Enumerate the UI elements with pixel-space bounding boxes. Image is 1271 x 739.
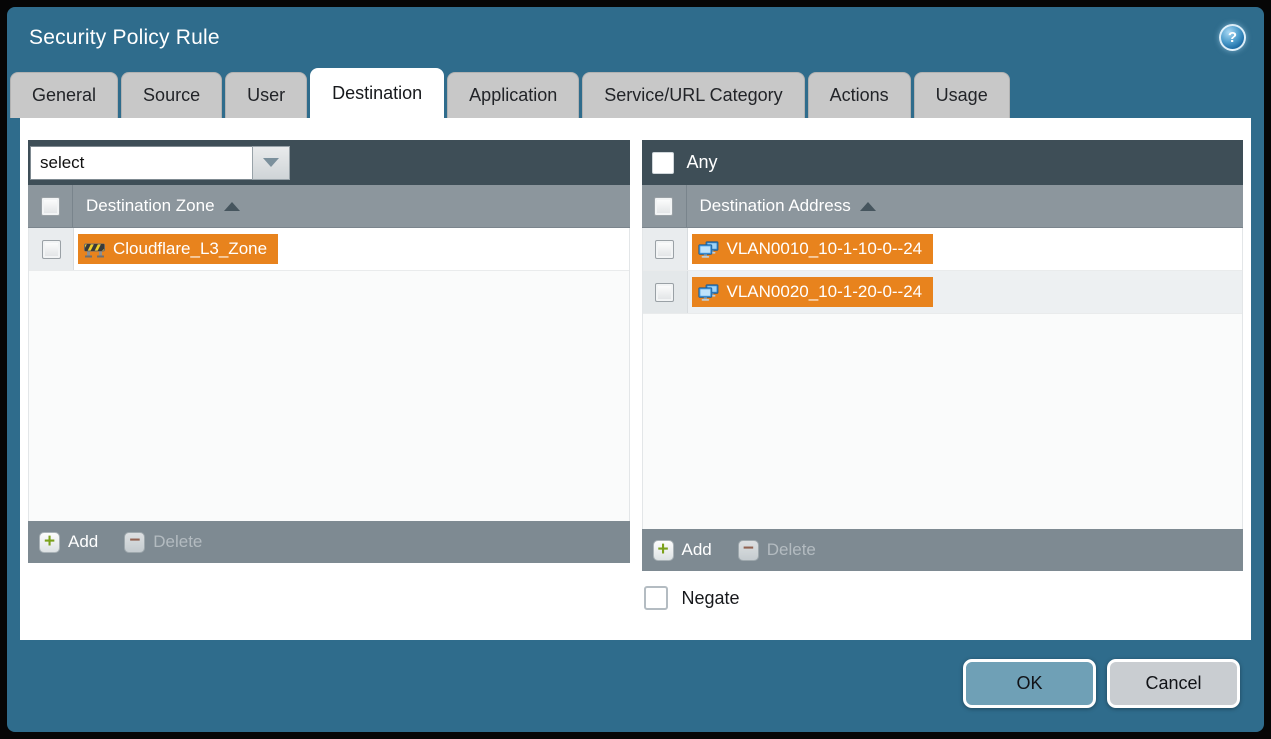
tab-general[interactable]: General: [10, 72, 118, 118]
zone-panel-footer: + Add − Delete: [28, 521, 630, 563]
zone-add-label: Add: [68, 532, 98, 552]
delete-icon: −: [124, 532, 145, 553]
destination-panels: Destination Zone: [28, 140, 1243, 571]
tab-actions-label: Actions: [830, 85, 889, 106]
address-panel-toolbar: Any: [642, 140, 1244, 185]
sort-ascending-icon: [224, 202, 240, 211]
tab-usage[interactable]: Usage: [914, 72, 1010, 118]
negate-checkbox[interactable]: [644, 586, 668, 610]
zone-row-checkbox[interactable]: [42, 240, 61, 259]
tab-source[interactable]: Source: [121, 72, 222, 118]
tab-source-label: Source: [143, 85, 200, 106]
destination-address-panel: Any Destination Address: [642, 140, 1244, 571]
help-icon[interactable]: ?: [1219, 24, 1246, 51]
any-checkbox[interactable]: [652, 152, 674, 174]
tab-content-destination: Destination Zone: [20, 118, 1251, 640]
address-column-header: Destination Address: [642, 185, 1244, 228]
address-item-label: VLAN0010_10-1-10-0--24: [727, 239, 923, 259]
tab-destination[interactable]: Destination: [310, 68, 444, 118]
address-item-chip[interactable]: VLAN0010_10-1-10-0--24: [692, 234, 934, 264]
address-add-label: Add: [682, 540, 712, 560]
sort-ascending-icon: [860, 202, 876, 211]
address-column-title[interactable]: Destination Address: [700, 196, 851, 216]
address-row-checkbox-cell: [643, 228, 688, 270]
address-row[interactable]: VLAN0020_10-1-20-0--24: [643, 271, 1243, 314]
dialog-tabs: General Source User Destination Applicat…: [7, 68, 1264, 118]
zone-panel-toolbar: [28, 140, 630, 185]
zone-header-checkbox-cell: [28, 185, 73, 227]
chevron-down-icon: [263, 158, 279, 167]
dialog-titlebar: Security Policy Rule ?: [7, 7, 1264, 68]
address-add-button[interactable]: + Add: [653, 540, 712, 561]
cancel-button[interactable]: Cancel: [1107, 659, 1240, 708]
zone-list: Cloudflare_L3_Zone: [28, 228, 630, 521]
address-delete-button[interactable]: − Delete: [738, 540, 816, 561]
tab-actions[interactable]: Actions: [808, 72, 911, 118]
negate-row: Negate: [28, 586, 1243, 610]
add-icon: +: [39, 532, 60, 553]
dialog-footer: OK Cancel: [7, 640, 1264, 732]
tab-general-label: General: [32, 85, 96, 106]
any-label: Any: [687, 152, 718, 173]
delete-icon: −: [738, 540, 759, 561]
address-select-all-checkbox[interactable]: [654, 197, 673, 216]
cancel-button-label: Cancel: [1145, 673, 1201, 694]
tab-usage-label: Usage: [936, 85, 988, 106]
screen-frame: Security Policy Rule ? General Source Us…: [0, 0, 1271, 739]
tab-service-url-category[interactable]: Service/URL Category: [582, 72, 804, 118]
zone-item-label: Cloudflare_L3_Zone: [113, 239, 267, 259]
tab-destination-label: Destination: [332, 83, 422, 104]
zone-item-chip[interactable]: Cloudflare_L3_Zone: [78, 234, 278, 264]
zone-add-button[interactable]: + Add: [39, 532, 98, 553]
tab-application-label: Application: [469, 85, 557, 106]
address-item-chip[interactable]: VLAN0020_10-1-20-0--24: [692, 277, 934, 307]
zone-delete-button[interactable]: − Delete: [124, 532, 202, 553]
negate-label: Negate: [682, 588, 740, 609]
ok-button-label: OK: [1016, 673, 1042, 694]
add-icon: +: [653, 540, 674, 561]
zone-select-combobox: [30, 146, 290, 180]
address-icon: [698, 284, 719, 301]
zone-select-input[interactable]: [30, 146, 252, 180]
ok-button[interactable]: OK: [963, 659, 1096, 708]
zone-delete-label: Delete: [153, 532, 202, 552]
zone-row[interactable]: Cloudflare_L3_Zone: [29, 228, 629, 271]
address-panel-footer: + Add − Delete: [642, 529, 1244, 571]
zone-column-title[interactable]: Destination Zone: [86, 196, 215, 216]
zone-column-header: Destination Zone: [28, 185, 630, 228]
dialog-title: Security Policy Rule: [29, 26, 220, 50]
destination-zone-panel: Destination Zone: [28, 140, 630, 571]
address-header-checkbox-cell: [642, 185, 687, 227]
address-item-label: VLAN0020_10-1-20-0--24: [727, 282, 923, 302]
tab-user[interactable]: User: [225, 72, 307, 118]
zone-row-checkbox-cell: [29, 228, 74, 270]
tab-service-url-category-label: Service/URL Category: [604, 85, 782, 106]
address-row-checkbox[interactable]: [655, 240, 674, 259]
address-list: VLAN0010_10-1-10-0--24: [642, 228, 1244, 529]
security-policy-rule-dialog: Security Policy Rule ? General Source Us…: [7, 7, 1264, 732]
address-row-checkbox-cell: [643, 271, 688, 313]
address-icon: [698, 241, 719, 258]
zone-icon: [84, 241, 105, 258]
zone-select-all-checkbox[interactable]: [41, 197, 60, 216]
address-row[interactable]: VLAN0010_10-1-10-0--24: [643, 228, 1243, 271]
tab-application[interactable]: Application: [447, 72, 579, 118]
address-row-checkbox[interactable]: [655, 283, 674, 302]
tab-user-label: User: [247, 85, 285, 106]
address-delete-label: Delete: [767, 540, 816, 560]
help-glyph: ?: [1228, 29, 1237, 46]
zone-select-dropdown-button[interactable]: [252, 146, 290, 180]
